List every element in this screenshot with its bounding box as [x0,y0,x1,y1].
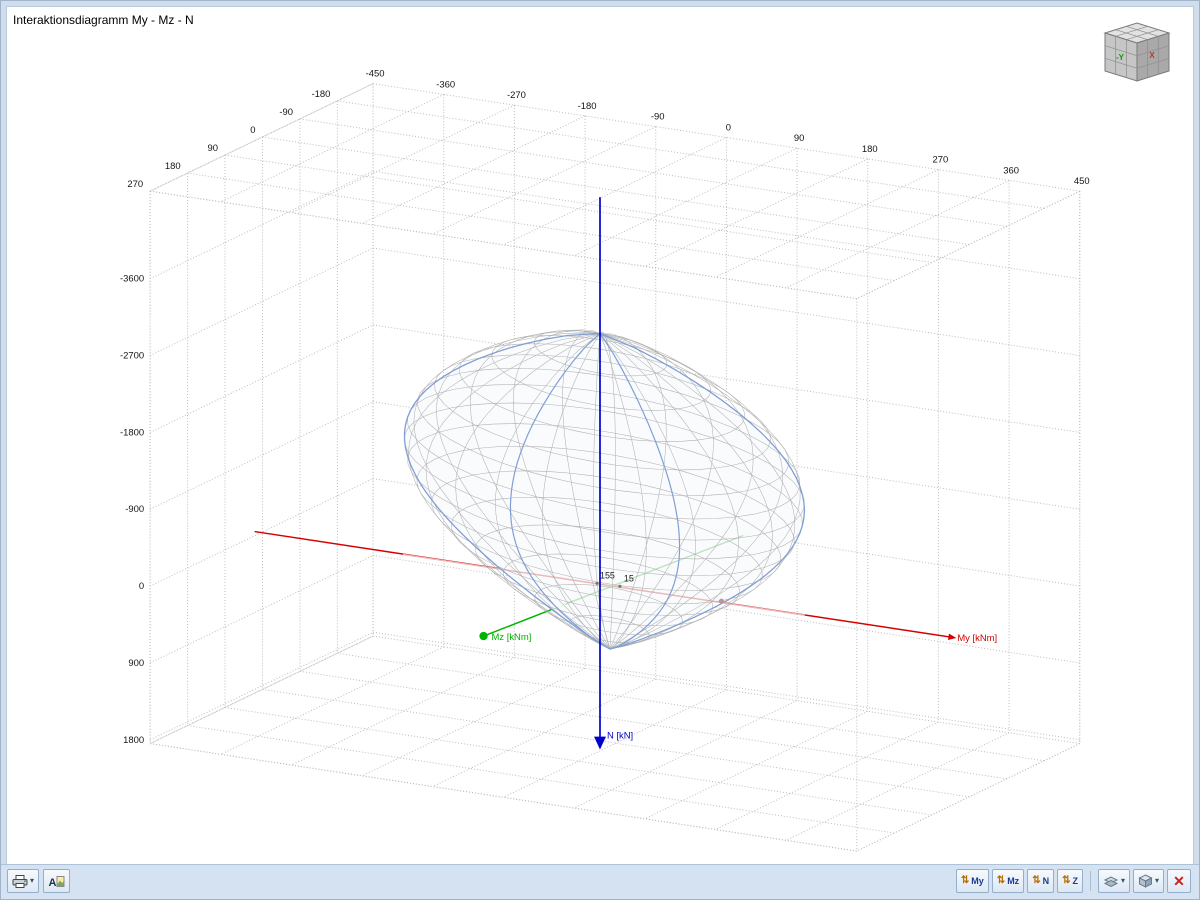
display-dropdown-chevron-icon[interactable]: ▾ [1155,877,1159,885]
print-button[interactable]: ▾ [7,869,39,893]
interaction-diagram-3d[interactable]: 270180900-90-180-450-360-270-180-9009018… [7,7,1193,864]
svg-text:-450: -450 [366,69,385,80]
axis-updown-arrow-icon: ⇅ [997,876,1005,886]
svg-text:-90: -90 [279,107,293,118]
label-icon: A [48,875,65,888]
svg-text:-3600: -3600 [120,274,144,285]
print-dropdown-chevron-icon[interactable]: ▾ [30,877,34,885]
svg-text:Mz [kNm]: Mz [kNm] [492,632,532,643]
svg-text:90: 90 [208,143,219,154]
layers-icon [1103,875,1119,888]
diagram-viewport[interactable]: Interaktionsdiagramm My - Mz - N 270 180 9… [6,6,1194,865]
view-along-z-button[interactable]: ⇅ Z [1057,869,1083,893]
svg-text:-180: -180 [312,89,331,100]
svg-text:0: 0 [139,581,144,592]
toolbar-right-group: ⇅ My ⇅ Mz ⇅ N ⇅ Z ▾ [956,869,1191,893]
svg-text:900: 900 [128,658,144,669]
svg-text:-360: -360 [436,79,455,90]
display-mode-button[interactable]: ▾ [1133,869,1164,893]
svg-text:-180: -180 [578,101,597,112]
svg-text:-900: -900 [125,504,144,515]
svg-text:15: 15 [624,573,634,583]
view-along-mz-button[interactable]: ⇅ Mz [992,869,1024,893]
svg-text:155: 155 [600,570,615,580]
axis-updown-arrow-icon: ⇅ [961,876,969,886]
svg-text:-90: -90 [651,112,665,123]
bottom-toolbar: ▾ A ⇅ My ⇅ Mz ⇅ N [1,864,1199,899]
axis-updown-arrow-icon: ⇅ [1032,876,1040,886]
svg-text:0: 0 [726,122,731,133]
red-x-button[interactable]: ✕ [1167,869,1191,893]
svg-text:180: 180 [862,144,878,155]
axis-updown-arrow-icon: ⇅ [1062,876,1070,886]
navigation-cube[interactable]: -Y X [1095,19,1179,95]
svg-text:360: 360 [1003,165,1019,176]
view-along-my-button[interactable]: ⇅ My [956,869,989,893]
view-button-label: N [1043,877,1050,886]
toolbar-separator [1090,871,1091,891]
view-button-label: My [971,877,984,886]
cube-icon [1138,874,1153,888]
svg-text:90: 90 [794,133,805,144]
layers-button[interactable]: ▾ [1098,869,1130,893]
svg-text:My [kNm]: My [kNm] [957,633,997,644]
svg-text:270: 270 [933,155,949,166]
printer-icon [12,875,28,888]
annotation-settings-button[interactable]: A [43,869,70,893]
svg-text:-1800: -1800 [120,427,144,438]
layers-dropdown-chevron-icon[interactable]: ▾ [1121,877,1125,885]
svg-text:-270: -270 [507,90,526,101]
svg-text:180: 180 [165,161,181,172]
red-x-icon: ✕ [1173,874,1185,888]
svg-text:450: 450 [1074,176,1090,187]
view-along-n-button[interactable]: ⇅ N [1027,869,1054,893]
app-window: Interaktionsdiagramm My - Mz - N 270 180 9… [0,0,1200,900]
diagram-title: Interaktionsdiagramm My - Mz - N [13,13,194,27]
svg-text:X: X [1149,51,1155,60]
svg-text:270: 270 [127,179,143,190]
svg-text:N [kN]: N [kN] [607,731,633,742]
toolbar-left-group: ▾ A [7,869,70,893]
svg-text:-Y: -Y [1116,53,1125,62]
svg-text:0: 0 [250,125,255,136]
svg-text:A: A [49,877,57,888]
svg-text:1800: 1800 [123,735,144,746]
view-button-label: Mz [1007,877,1019,886]
view-button-label: Z [1072,877,1078,886]
svg-text:-2700: -2700 [120,351,144,362]
